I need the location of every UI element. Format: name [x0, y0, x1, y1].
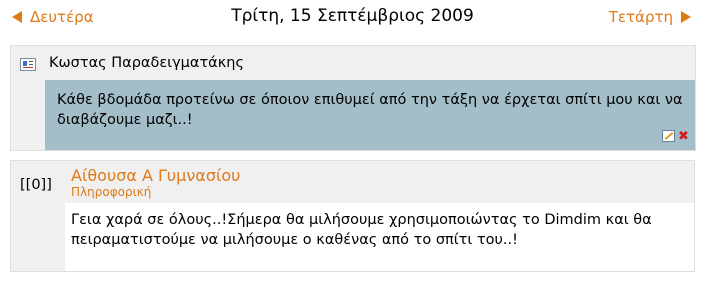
- course-event-header: Αίθουσα Α Γυμνασίου Πληροφορική: [65, 161, 694, 203]
- course-event-tag: [[0]]: [20, 177, 52, 193]
- course-event-message: Γεια χαρά σε όλους..!Σήμερα θα μιλήσουμε…: [71, 212, 652, 248]
- user-event-card: Κωστας Παραδειγματάκης Κάθε βδομάδα προτ…: [10, 45, 696, 151]
- current-date-title: Τρίτη, 15 Σεπτέμβριος 2009: [231, 6, 474, 26]
- day-navigation: Δευτέρα Τρίτη, 15 Σεπτέμβριος 2009 Τετάρ…: [0, 0, 705, 36]
- course-event-card: [[0]] Αίθουσα Α Γυμνασίου Πληροφορική Γε…: [10, 160, 695, 272]
- next-day-link[interactable]: Τετάρτη: [609, 8, 691, 26]
- course-subtitle-link[interactable]: Πληροφορική: [71, 185, 151, 199]
- user-event-body: Κάθε βδομάδα προτείνω σε όποιον επιθυμεί…: [45, 80, 695, 150]
- course-event-side: [[0]]: [11, 161, 65, 271]
- user-entry-icon: [20, 58, 36, 71]
- course-event-body: Γεια χαρά σε όλους..!Σήμερα θα μιλήσουμε…: [65, 203, 694, 271]
- delete-icon[interactable]: ✖: [678, 130, 689, 143]
- event-author-name: Κωστας Παραδειγματάκης: [49, 55, 244, 71]
- next-day-label[interactable]: Τετάρτη: [609, 8, 673, 26]
- event-actions: ✖: [662, 130, 689, 143]
- user-event-header: Κωστας Παραδειγματάκης: [11, 46, 695, 80]
- course-title-link[interactable]: Αίθουσα Α Γυμνασίου: [71, 166, 240, 185]
- arrow-right-icon: [681, 11, 691, 23]
- user-event-message: Κάθε βδομάδα προτείνω σε όποιον επιθυμεί…: [57, 92, 683, 128]
- edit-icon[interactable]: [662, 130, 675, 142]
